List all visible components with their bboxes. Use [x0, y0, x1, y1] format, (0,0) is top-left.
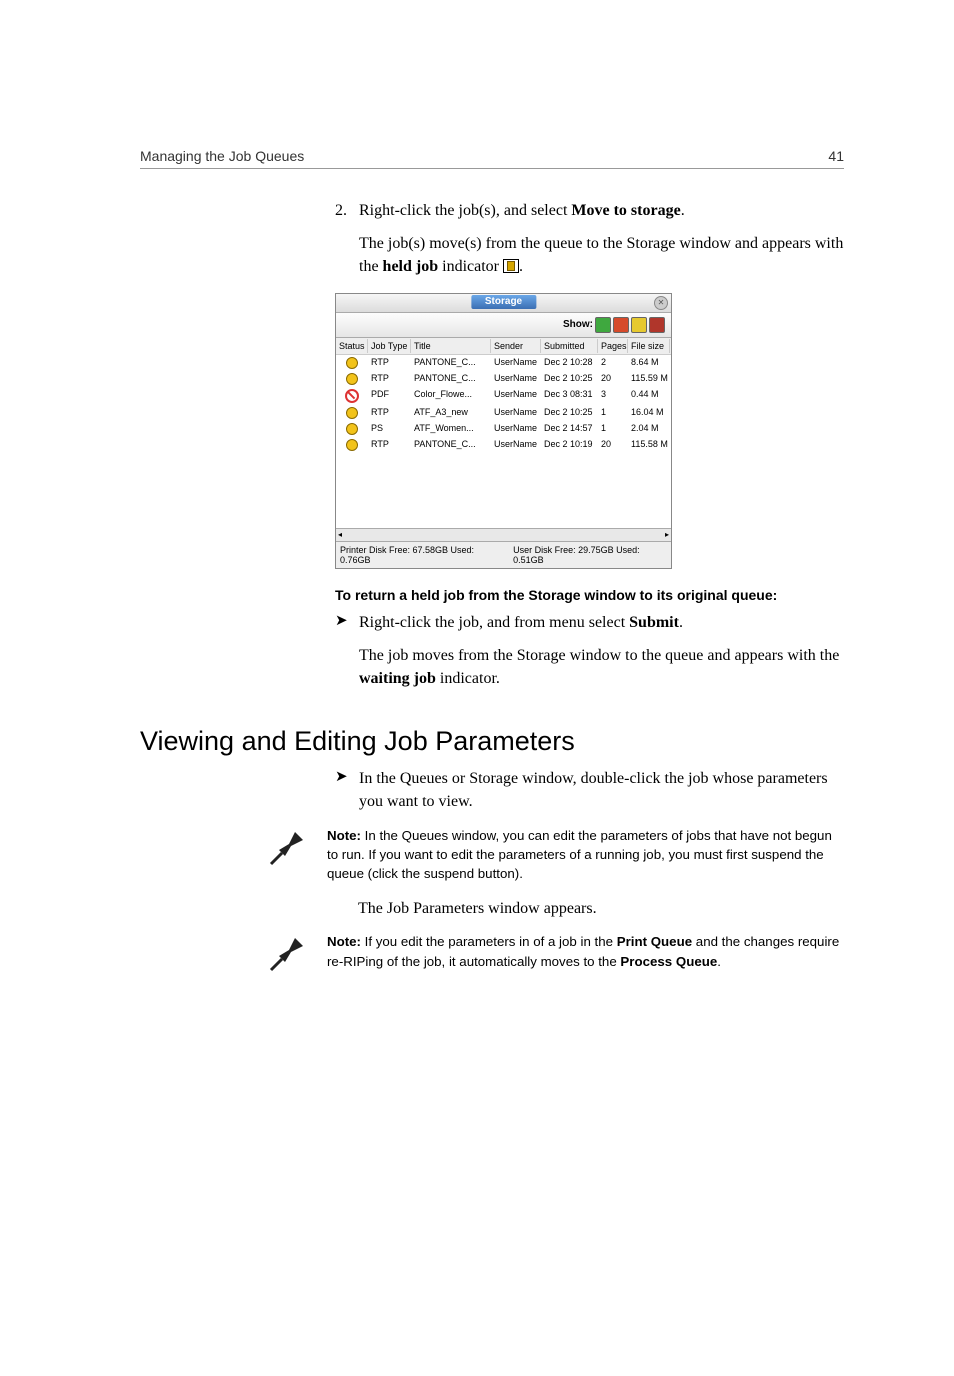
held-status-icon [346, 357, 358, 369]
storage-window: Storage ✕ Show: Status Job Type Title Se… [335, 293, 672, 569]
window-titlebar: Storage ✕ [336, 294, 671, 313]
held-job-icon [503, 259, 519, 273]
filter-held-icon[interactable] [631, 317, 647, 333]
step-number: 2. [335, 199, 359, 279]
note: Note: In the Queues window, you can edit… [265, 826, 844, 884]
held-status-icon [346, 373, 358, 385]
arrow-icon: ➤ [335, 767, 359, 813]
filter-completed-icon[interactable] [595, 317, 611, 333]
section-heading: Viewing and Editing Job Parameters [140, 726, 844, 757]
filter-aborted-icon[interactable] [649, 317, 665, 333]
procedure-step: ➤ Right-click the job, and from menu sel… [335, 611, 844, 691]
step-text: Right-click the job(s), and select [359, 202, 571, 219]
note-label: Note: [327, 828, 365, 843]
result-text: The Job Parameters window appears. [358, 897, 844, 920]
user-disk-status: User Disk Free: 29.75GB Used: 0.51GB [513, 545, 667, 565]
table-row[interactable]: RTPPANTONE_C...UserNameDec 2 10:2828.64 … [336, 355, 671, 371]
step-2: 2. Right-click the job(s), and select Mo… [335, 199, 844, 279]
storage-table: Status Job Type Title Sender Submitted P… [336, 338, 671, 528]
note-label: Note: [327, 934, 365, 949]
show-label: Show: [563, 319, 593, 330]
header-title: Managing the Job Queues [140, 148, 304, 164]
printer-disk-status: Printer Disk Free: 67.58GB Used: 0.76GB [340, 545, 501, 565]
table-row[interactable]: PDFColor_Flowe...UserNameDec 3 08:3130.4… [336, 387, 671, 405]
storage-footer: Printer Disk Free: 67.58GB Used: 0.76GB … [336, 541, 671, 568]
failed-status-icon [345, 389, 359, 403]
pushpin-icon [265, 932, 309, 976]
window-title: Storage [471, 295, 536, 309]
held-status-icon [346, 439, 358, 451]
close-icon[interactable]: ✕ [654, 296, 668, 310]
procedure-heading: To return a held job from the Storage wi… [335, 587, 844, 603]
page-header: Managing the Job Queues 41 [140, 0, 844, 169]
table-row[interactable]: RTPPANTONE_C...UserNameDec 2 10:2520115.… [336, 371, 671, 387]
procedure-step: ➤ In the Queues or Storage window, doubl… [335, 767, 844, 813]
arrow-icon: ➤ [335, 611, 359, 691]
pushpin-icon [265, 826, 309, 870]
page-number: 41 [828, 148, 844, 164]
horizontal-scrollbar[interactable]: ◂▸ [336, 528, 671, 541]
note: Note: If you edit the parameters in of a… [265, 932, 844, 976]
held-status-icon [346, 423, 358, 435]
table-row[interactable]: RTPPANTONE_C...UserNameDec 2 10:1920115.… [336, 437, 671, 453]
step-action: Move to storage [571, 202, 680, 219]
filter-failed-icon[interactable] [613, 317, 629, 333]
table-header: Status Job Type Title Sender Submitted P… [336, 338, 671, 355]
storage-toolbar: Show: [336, 313, 671, 338]
table-row[interactable]: RTPATF_A3_newUserNameDec 2 10:25116.04 M [336, 405, 671, 421]
held-status-icon [346, 407, 358, 419]
table-row[interactable]: PSATF_Women...UserNameDec 2 14:5712.04 M [336, 421, 671, 437]
